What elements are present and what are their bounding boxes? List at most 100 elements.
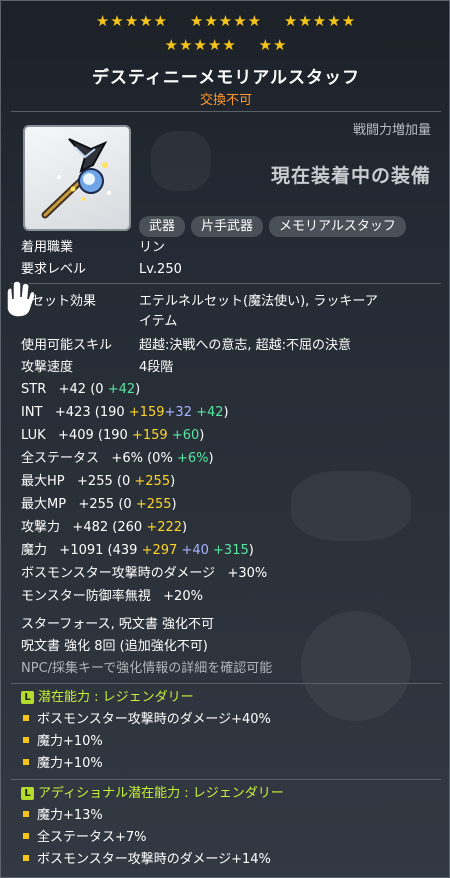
- stat-starforce: +255: [134, 474, 171, 489]
- info-value: リン: [139, 240, 166, 255]
- stat-name: 最大MP: [21, 497, 67, 512]
- attack-speed-value: 4段階: [139, 360, 174, 375]
- star-force-row-2: ★★★★★ ★★: [1, 36, 449, 54]
- stat-row-all: 全ステータス +6% (0% +6%): [21, 451, 214, 466]
- stat-total: +409: [58, 428, 94, 443]
- legendary-badge-icon: L: [21, 691, 34, 704]
- stat-name: 魔力: [21, 543, 48, 558]
- tag-weapon: 武器: [139, 216, 186, 237]
- item-tooltip: ★★★★★ ★★★★★ ★★★★★ ★★★★★ ★★ デスティニーメモリアルスタ…: [0, 0, 450, 878]
- stat-total: +1091: [59, 543, 104, 558]
- stat-total: +255: [77, 474, 113, 489]
- potential-line: 魔力+10%: [21, 733, 103, 751]
- stat-name: 全ステータス: [21, 451, 100, 466]
- stat-total: +30%: [227, 566, 268, 581]
- stat-additional: +60: [171, 428, 200, 443]
- tag-weapon-type: メモリアルスタッフ: [269, 216, 406, 237]
- divider: [11, 283, 441, 284]
- info-job: 着用職業 リン: [21, 239, 165, 257]
- power-increase-label: 戦闘力増加量: [352, 123, 431, 138]
- stat-row-str: STR +42 (0 +42): [21, 382, 141, 397]
- stat-total: +423: [54, 405, 91, 420]
- stat-flame: +32: [164, 405, 192, 420]
- stat-row-boss: ボスモンスター攻撃時のダメージ +30%: [21, 565, 267, 583]
- stat-row-attack: 攻撃力 +482 (260 +222): [21, 520, 188, 535]
- stat-total: +482: [72, 520, 109, 535]
- stat-additional: +6%: [176, 451, 209, 466]
- bullet-icon: [23, 759, 29, 765]
- stat-base: 190: [99, 405, 125, 420]
- stat-row-mp: 最大MP +255 (0 +255): [21, 497, 177, 512]
- stat-total: +20%: [163, 589, 203, 604]
- enhance-hint: NPC/採集キーで強化情報の詳細を確認可能: [21, 661, 273, 676]
- additional-potential-title: アディショナル潜在能力 : レジェンダリー: [38, 786, 284, 801]
- stat-name: INT: [21, 405, 43, 420]
- skill-label: 使用可能スキル: [21, 338, 113, 353]
- stat-name: ボスモンスター攻撃時のダメージ: [21, 566, 216, 581]
- star-group: ★★★★★: [189, 12, 263, 30]
- stat-additional: +315: [213, 543, 249, 558]
- bg-decoration: [291, 471, 411, 541]
- potential-line: 魔力+10%: [21, 755, 103, 773]
- bg-decoration: [151, 131, 211, 191]
- stat-base: 190: [102, 428, 128, 443]
- stat-additional: +42: [196, 405, 224, 420]
- legendary-badge-icon: L: [21, 787, 34, 800]
- set-effect-value-cont: イテム: [139, 314, 178, 329]
- stat-name: モンスター防御率無視: [21, 589, 151, 604]
- enhance-scroll: 呪文書 強化 8回 (追加強化不可): [21, 639, 208, 654]
- equip-state-label: 現在装着中の装備: [270, 165, 431, 187]
- stat-total: +6%: [111, 451, 143, 466]
- stat-starforce: +255: [135, 497, 172, 512]
- potential-header: L 潜在能力 : レジェンダリー: [21, 689, 194, 707]
- bullet-icon: [23, 855, 29, 861]
- additional-potential-line: 魔力+13%: [21, 807, 103, 825]
- info-required-level: 要求レベル Lv.250: [21, 261, 182, 279]
- star-group: ★★★★★: [164, 36, 237, 54]
- stat-base: 0: [121, 474, 131, 489]
- star-group: ★★: [258, 36, 288, 54]
- stat-base: 439: [112, 543, 138, 558]
- stat-total: +255: [78, 497, 115, 512]
- staff-icon: [41, 138, 111, 219]
- bullet-icon: [23, 811, 29, 817]
- set-effect-label: セット効果: [31, 294, 97, 309]
- set-effect-row: セット効果 エテルネルセット(魔法使い), ラッキーア: [21, 293, 378, 311]
- stat-name: LUK: [21, 428, 46, 443]
- divider: [11, 111, 441, 112]
- bullet-icon: [23, 833, 29, 839]
- divider: [11, 779, 441, 780]
- set-effect-value: エテルネルセット(魔法使い), ラッキーア: [139, 294, 378, 309]
- bg-decoration: [301, 611, 411, 721]
- stat-row-int: INT +423 (190 +159+32 +42): [21, 405, 229, 420]
- stat-additional: +42: [107, 382, 136, 397]
- divider: [11, 683, 441, 684]
- star-group: ★★★★★: [283, 12, 357, 30]
- star-group: ★★★★★: [95, 12, 169, 30]
- stat-starforce: +297: [141, 543, 178, 558]
- stat-row-hp: 最大HP +255 (0 +255): [21, 474, 176, 489]
- bullet-icon: [23, 737, 29, 743]
- attack-speed-row: 攻撃速度 4段階: [21, 359, 173, 377]
- additional-potential-line: ボスモンスター攻撃時のダメージ+14%: [21, 851, 271, 869]
- additional-potential-line: 全ステータス+7%: [21, 829, 147, 847]
- info-label: 着用職業: [21, 240, 74, 255]
- stat-name: 最大HP: [21, 474, 65, 489]
- bullet-icon: [23, 715, 29, 721]
- potential-title: 潜在能力 : レジェンダリー: [38, 690, 194, 705]
- stat-name: 攻撃力: [21, 520, 61, 535]
- enhance-starforce: スターフォース, 呪文書 強化不可: [21, 617, 214, 632]
- stat-starforce: +159: [131, 428, 168, 443]
- stat-base: 0: [123, 497, 132, 512]
- skill-value: 超越:決戦への意志, 超越:不屈の決意: [139, 338, 352, 353]
- item-tags: 武器 片手武器 メモリアルスタッフ: [139, 216, 406, 237]
- tag-one-handed: 片手武器: [191, 216, 264, 237]
- stat-row-ied: モンスター防御率無視 +20%: [21, 588, 203, 606]
- item-name: デスティニーメモリアルスタッフ: [91, 68, 361, 88]
- stat-row-magic: 魔力 +1091 (439 +297 +40 +315): [21, 543, 254, 558]
- additional-potential-header: L アディショナル潜在能力 : レジェンダリー: [21, 785, 284, 803]
- stat-base: 0: [95, 382, 104, 397]
- tradeable-status: 交換不可: [199, 93, 252, 108]
- stat-total: +42: [58, 382, 87, 397]
- stat-base: 260: [117, 520, 143, 535]
